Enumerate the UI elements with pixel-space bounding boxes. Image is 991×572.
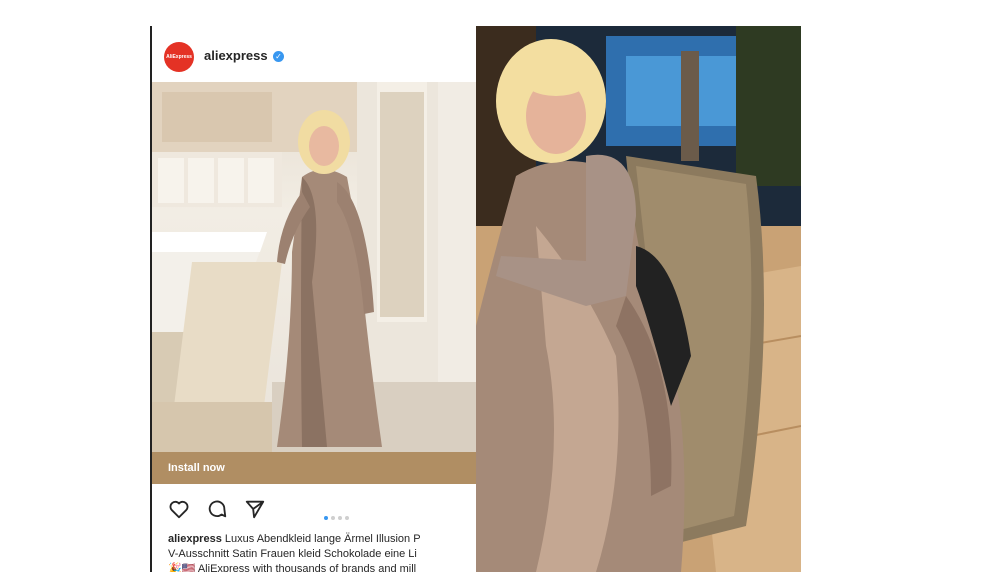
- carousel-indicator: [324, 507, 352, 525]
- post-caption: aliexpress Luxus Abendkleid lange Ärmel …: [168, 532, 474, 572]
- ad-product-photo[interactable]: [152, 82, 478, 452]
- caption-line-1: Luxus Abendkleid lange Ärmel Illusion P: [224, 533, 421, 545]
- ad-photo-illustration: [152, 82, 478, 452]
- verified-badge-icon: ✓: [273, 51, 284, 62]
- heart-icon[interactable]: [168, 498, 190, 520]
- install-now-button[interactable]: Install now: [152, 452, 478, 484]
- comment-icon[interactable]: [206, 498, 228, 520]
- ad-post-card: AliExpress aliexpress ✓ Install now alie…: [150, 26, 478, 572]
- carousel-dot: [345, 516, 349, 520]
- carousel-dot: [338, 516, 342, 520]
- brand-avatar[interactable]: AliExpress: [164, 42, 194, 72]
- caption-username[interactable]: aliexpress: [168, 533, 222, 545]
- post-action-bar: [152, 490, 478, 524]
- carousel-dot: [331, 516, 335, 520]
- install-now-label: Install now: [168, 462, 225, 474]
- caption-line-2: V-Ausschnitt Satin Frauen kleid Schokola…: [168, 548, 417, 560]
- post-header: AliExpress aliexpress ✓: [152, 26, 478, 82]
- send-icon[interactable]: [244, 498, 266, 520]
- customer-photo: [476, 26, 801, 572]
- post-username[interactable]: aliexpress: [204, 48, 268, 63]
- customer-photo-illustration: [476, 26, 801, 572]
- caption-line-3: 🎉🇺🇸 AliExpress with thousands of brands …: [168, 563, 417, 572]
- carousel-dot-active: [324, 516, 328, 520]
